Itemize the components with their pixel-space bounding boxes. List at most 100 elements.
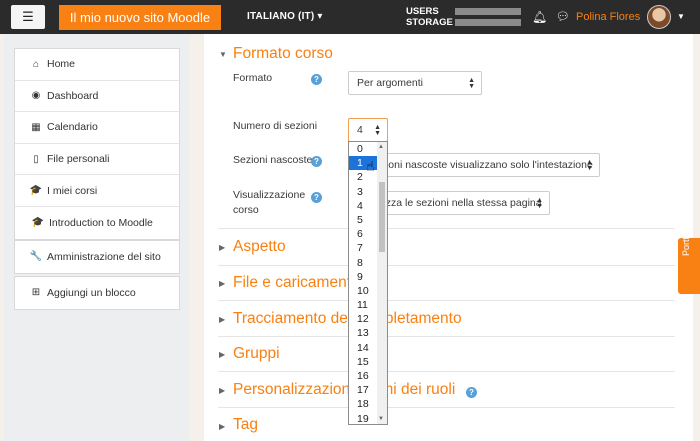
top-navbar: ☰ Il mio nuovo sito Moodle ITALIANO (IT)… <box>0 0 700 34</box>
expand-triangle-icon[interactable]: ▶ <box>219 315 225 324</box>
select-arrows-icon: ▲ ▼ <box>536 197 543 210</box>
dropdown-option[interactable]: 6 <box>349 227 377 241</box>
avatar[interactable] <box>647 5 671 29</box>
dropdown-option[interactable]: 17 <box>349 383 377 397</box>
section-aspetto[interactable]: Aspetto <box>233 238 286 256</box>
scrollbar-thumb[interactable] <box>379 182 385 252</box>
divider <box>218 371 675 372</box>
divider <box>218 407 675 408</box>
help-icon[interactable]: ? <box>311 156 322 167</box>
expand-triangle-icon[interactable]: ▶ <box>219 279 225 288</box>
sezioni-nascoste-label: Sezioni nascoste <box>233 154 313 166</box>
section-gruppi[interactable]: Gruppi <box>233 345 280 363</box>
visualizzazione-corso-label: Visualizzazione corso <box>233 188 305 218</box>
sidebar-item-amministrazione[interactable]: 🔧 Amministrazione del sito <box>15 241 179 273</box>
hamburger-menu-button[interactable]: ☰ <box>11 5 45 29</box>
section-personalizzazione-ruoli[interactable]: Personalizzazione nomi dei ruoli <box>233 381 455 399</box>
dropdown-scrollbar[interactable]: ▲ ▼ <box>377 142 387 424</box>
numero-sezioni-select[interactable]: 4 ▲ ▼ <box>348 118 388 142</box>
user-name[interactable]: Polina Flores <box>576 11 640 23</box>
expand-triangle-icon[interactable]: ▶ <box>219 243 225 252</box>
file-icon: ▯ <box>33 153 39 165</box>
portfolio-side-tab[interactable]: Portfolio <box>678 223 700 294</box>
language-menu[interactable]: ITALIANO (IT) ▾ <box>247 11 323 22</box>
help-icon[interactable]: ? <box>466 387 477 398</box>
graduation-cap-icon: 🎓 <box>29 185 43 197</box>
portfolio-tab-label: Portfolio <box>681 222 691 256</box>
collapse-triangle-icon[interactable]: ▼ <box>219 50 227 59</box>
hand-cursor-icon: ☝ <box>366 158 375 174</box>
users-label: USERS <box>406 6 439 17</box>
formato-label: Formato <box>233 72 273 84</box>
user-menu-caret-icon[interactable]: ▼ <box>677 12 685 21</box>
site-name-link[interactable]: Il mio nuovo sito Moodle <box>59 5 221 30</box>
sezioni-nascoste-value: Le sezioni nascoste visualizzano solo l'… <box>355 159 593 171</box>
dropdown-option[interactable]: 10 <box>349 284 377 298</box>
dropdown-option[interactable]: 11 <box>349 298 377 312</box>
scroll-down-icon[interactable]: ▼ <box>378 416 384 422</box>
dashboard-icon: ◉ <box>31 90 41 102</box>
storage-usage-bar <box>455 19 521 26</box>
nav-group-admin: 🔧 Amministrazione del sito <box>14 240 180 274</box>
visualizzazione-label-line2: corso <box>233 204 259 216</box>
dropdown-option[interactable]: 5 <box>349 213 377 227</box>
dropdown-option[interactable]: 8 <box>349 256 377 270</box>
dropdown-option[interactable]: 4 <box>349 199 377 213</box>
help-icon[interactable]: ? <box>311 74 322 85</box>
dropdown-option[interactable]: 13 <box>349 326 377 340</box>
notifications-bell-icon[interactable]: 🔔︎ <box>532 10 547 24</box>
select-arrows-icon: ▲ ▼ <box>586 159 593 172</box>
dropdown-option[interactable]: 0 <box>349 142 377 156</box>
select-arrows-icon: ▲ ▼ <box>468 77 475 90</box>
dropdown-option[interactable]: 16 <box>349 369 377 383</box>
expand-triangle-icon[interactable]: ▶ <box>219 386 225 395</box>
numero-sezioni-value: 4 <box>357 124 363 136</box>
divider <box>218 228 675 229</box>
sidebar-item-label: Amministrazione del sito <box>47 250 161 263</box>
dropdown-option[interactable]: 19 <box>349 412 377 424</box>
section-file-caricamenti[interactable]: File e caricamenti <box>233 274 354 292</box>
divider <box>218 265 675 266</box>
dropdown-option[interactable]: 3 <box>349 185 377 199</box>
messages-chat-icon[interactable]: 💬︎ <box>556 10 570 23</box>
sidebar-item-label: Aggiungi un blocco <box>47 286 136 299</box>
visualizzazione-label-line1: Visualizzazione <box>233 189 306 201</box>
calendar-icon: ▦ <box>31 121 41 133</box>
scroll-up-icon[interactable]: ▲ <box>378 144 384 150</box>
sidebar-item-home[interactable]: ⌂ Home <box>15 49 179 81</box>
sidebar-item-aggiungi-blocco[interactable]: ⊞ Aggiungi un blocco <box>15 277 179 309</box>
formato-select[interactable]: Per argomenti ▲ ▼ <box>348 71 482 95</box>
dropdown-option[interactable]: 14 <box>349 341 377 355</box>
sidebar-item-calendario[interactable]: ▦ Calendario <box>15 112 179 144</box>
home-icon: ⌂ <box>32 58 40 70</box>
numero-sezioni-label: Numero di sezioni <box>233 120 318 132</box>
sidebar-item-dashboard[interactable]: ◉ Dashboard <box>15 81 179 113</box>
dropdown-option[interactable]: 12 <box>349 312 377 326</box>
sidebar-item-label: Calendario <box>47 121 98 134</box>
divider <box>218 336 675 337</box>
nav-group-add-block: ⊞ Aggiungi un blocco <box>14 276 180 310</box>
hamburger-icon: ☰ <box>22 9 34 24</box>
sidebar-item-label: Home <box>47 58 76 71</box>
sidebar-item-file-personali[interactable]: ▯ File personali <box>15 144 179 176</box>
sidebar-item-label: Introduction to Moodle <box>49 216 153 229</box>
dropdown-option[interactable]: 9 <box>349 270 377 284</box>
sidebar-item-label: File personali <box>47 153 110 166</box>
sidebar-item-introduction-to-moodle[interactable]: 🎓 Introduction to Moodle <box>15 207 179 239</box>
sidebar-item-label: Dashboard <box>47 89 99 102</box>
dropdown-option[interactable]: 15 <box>349 355 377 369</box>
users-usage-bar <box>455 8 521 15</box>
expand-triangle-icon[interactable]: ▶ <box>219 422 225 431</box>
numero-sezioni-dropdown-list[interactable]: 0 1 2 3 4 5 6 7 8 9 10 11 12 13 14 15 16 17 18 19 ▲ ▼ <box>348 141 388 425</box>
sidebar-item-i-miei-corsi[interactable]: 🎓 I miei corsi <box>15 175 179 207</box>
graduation-cap-icon: 🎓 <box>31 217 45 229</box>
dropdown-option[interactable]: 7 <box>349 241 377 255</box>
select-arrows-icon: ▲ ▼ <box>374 124 381 137</box>
plus-square-icon: ⊞ <box>31 287 41 299</box>
expand-triangle-icon[interactable]: ▶ <box>219 350 225 359</box>
section-tag[interactable]: Tag <box>233 416 258 434</box>
dropdown-option[interactable]: 18 <box>349 397 377 411</box>
help-icon[interactable]: ? <box>311 192 322 203</box>
divider <box>218 300 675 301</box>
section-formato-corso[interactable]: Formato corso <box>233 45 333 63</box>
